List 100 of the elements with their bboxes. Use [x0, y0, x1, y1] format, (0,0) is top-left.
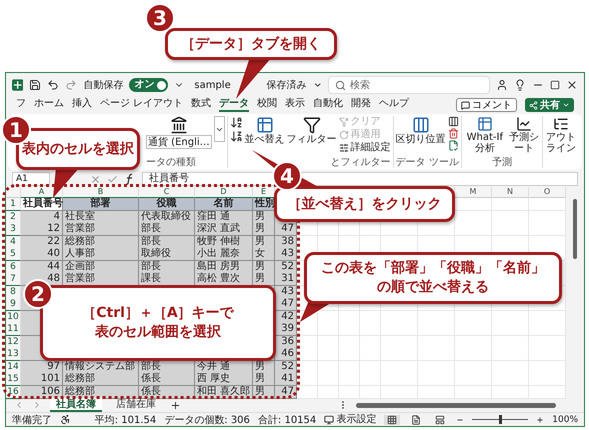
save-status[interactable]: 保存済み: [266, 78, 307, 92]
column-letter[interactable]: O: [529, 187, 566, 198]
row-number[interactable]: 2: [6, 210, 21, 224]
status-stat: データの個数: 306: [164, 414, 250, 426]
row-number[interactable]: 14: [6, 360, 21, 374]
zoom-in-icon[interactable]: [536, 416, 544, 424]
close-icon[interactable]: [566, 79, 578, 91]
search-field[interactable]: 検索: [328, 76, 490, 94]
outline-button[interactable]: アウトライン: [544, 116, 577, 154]
maximize-icon[interactable]: [550, 80, 560, 90]
table-cell: 男: [253, 210, 275, 224]
table-cell: 男: [253, 373, 275, 386]
zoom-slider[interactable]: [472, 415, 528, 424]
column-letter[interactable]: D: [195, 187, 253, 198]
user-icon[interactable]: [496, 79, 508, 91]
table-cell: 52: [275, 360, 297, 374]
check-icon[interactable]: [107, 174, 118, 184]
undo-icon[interactable]: [47, 79, 60, 91]
autosave-toggle[interactable]: オン: [129, 78, 168, 92]
column-letter[interactable]: M: [455, 187, 492, 198]
column-letter[interactable]: E: [253, 187, 275, 198]
ribbon-tab[interactable]: 自動化: [313, 98, 344, 112]
row-number[interactable]: 1: [6, 198, 21, 211]
select-all-corner[interactable]: [6, 187, 21, 198]
display-settings-button[interactable]: 表示設定: [324, 414, 376, 426]
table-cell: 西 厚史: [195, 373, 253, 386]
comment-button[interactable]: コメント: [456, 98, 517, 112]
row-number[interactable]: 11: [6, 323, 21, 336]
row-number[interactable]: 4: [6, 236, 21, 248]
columns-icon[interactable]: [448, 116, 459, 127]
ribbon-tab[interactable]: データ: [219, 98, 250, 112]
save-icon[interactable]: [29, 79, 42, 91]
autosave-label: 自動保存: [83, 79, 124, 92]
row-number[interactable]: 8: [6, 286, 21, 298]
table-cell: 課長: [139, 273, 195, 286]
row-number[interactable]: 9: [6, 298, 21, 311]
accessibility-icon[interactable]: [60, 414, 71, 425]
sheet-tab[interactable]: 店舗在庫: [110, 398, 162, 412]
callout-text: の順で並べ替える: [377, 278, 489, 297]
table-cell: 部長: [139, 223, 195, 236]
filter-button[interactable]: フィルター: [286, 116, 337, 145]
row-number[interactable]: 13: [6, 348, 21, 361]
ribbon-tab[interactable]: ページ レイアウト: [100, 98, 184, 112]
table-cell: 情報システム部: [63, 360, 139, 374]
row-number[interactable]: 6: [6, 260, 21, 274]
redo-icon[interactable]: [65, 79, 78, 91]
forecast-sheet-button[interactable]: 予測シート: [508, 116, 540, 154]
table-cell: 企画部: [63, 260, 139, 274]
data-type-dropdown[interactable]: 通貨 (Engli…: [146, 135, 212, 149]
row-number[interactable]: 15: [6, 373, 21, 386]
group-label: データ ツール: [396, 157, 459, 168]
ribbon-tab[interactable]: 挿入: [72, 98, 92, 112]
text-to-columns-button[interactable]: 区切り位置: [396, 116, 446, 145]
table-cell: 40: [21, 248, 63, 261]
line-chart-icon: [516, 116, 532, 132]
column-header-cell: 名前: [195, 198, 253, 211]
table-cell: 52: [275, 260, 297, 274]
column-letter[interactable]: C: [139, 187, 195, 198]
ribbon-tab[interactable]: ホーム: [34, 98, 64, 112]
comment-icon: [461, 100, 470, 110]
cancel-icon[interactable]: [90, 174, 101, 184]
status-text: 準備完了: [12, 414, 52, 426]
checklist-icon[interactable]: [448, 140, 459, 151]
sort-ascending-icon[interactable]: [230, 116, 243, 129]
outline-icon: [552, 116, 569, 132]
ribbon-tab[interactable]: ヘルプ: [379, 98, 410, 112]
ribbon-tab[interactable]: 数式: [191, 98, 212, 112]
ribbon-tab[interactable]: フ: [16, 98, 26, 112]
sort-button[interactable]: 並べ替え: [244, 116, 285, 145]
vertical-scrollbar[interactable]: [566, 187, 584, 398]
table-cell: 島田 房男: [195, 260, 253, 274]
table-cell: 営業部: [63, 223, 139, 236]
add-sheet-icon[interactable]: [170, 400, 181, 410]
normal-view-icon[interactable]: [384, 414, 400, 424]
column-letter[interactable]: B: [63, 187, 139, 198]
row-number[interactable]: 5: [6, 248, 21, 261]
table-cell: 小出 麗奈: [195, 248, 253, 261]
row-number[interactable]: 3: [6, 223, 21, 236]
column-header-cell: 部署: [63, 198, 139, 211]
delete-icon[interactable]: [448, 128, 459, 139]
advanced-button[interactable]: 詳細設定: [338, 142, 391, 154]
sort-descending-icon[interactable]: [230, 130, 243, 143]
ribbon-tab[interactable]: 表示: [285, 98, 306, 112]
sliders-icon: [338, 143, 349, 153]
ribbon-tab[interactable]: 校閲: [257, 98, 278, 112]
name-box[interactable]: A1: [12, 172, 50, 186]
row-number[interactable]: 10: [6, 310, 21, 324]
row-number[interactable]: 7: [6, 273, 21, 286]
horizontal-scrollbar[interactable]: [356, 402, 556, 408]
what-if-button[interactable]: What-If 分析: [464, 116, 506, 154]
callout-text: 表のセル範囲を選択: [95, 323, 221, 342]
share-button[interactable]: 共有: [525, 98, 574, 112]
columns-icon: [412, 116, 430, 134]
ribbon-tab[interactable]: 開発: [351, 98, 372, 112]
sheet-tab[interactable]: 社員名簿: [50, 398, 102, 412]
lightbulb-icon[interactable]: [514, 79, 526, 91]
refresh-icon: [338, 130, 349, 140]
column-letter[interactable]: N: [492, 187, 529, 198]
table-cell: 総務部: [63, 236, 139, 248]
row-number[interactable]: 12: [6, 336, 21, 348]
